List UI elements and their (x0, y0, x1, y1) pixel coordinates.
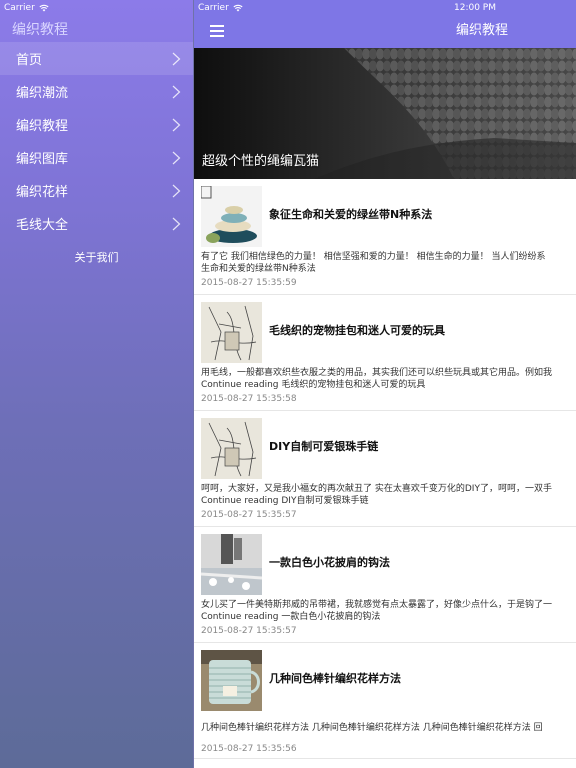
menu-item-label: 编织图库 (16, 152, 69, 167)
article-thumbnail (201, 302, 262, 363)
article-date: 2015-08-27 15:35:57 (201, 626, 297, 636)
article-title: 毛线织的宠物挂包和迷人可爱的玩具 (269, 324, 445, 337)
menu-item-trends[interactable]: 编织潮流 (0, 75, 193, 108)
list-item[interactable]: 毛线织的宠物挂包和迷人可爱的玩具 用毛线，一般都喜欢织些衣服之类的用品，其实我们… (194, 295, 576, 411)
chevron-right-icon (172, 118, 181, 131)
excerpt-line: 女儿买了一件美特斯邦威的吊带裙，我就感觉有点太暴露了，好像少点什么，于是钩了一 (201, 600, 553, 610)
list-item[interactable]: 几种间色棒针编织花样方法 几种间色棒针编织花样方法 几种间色棒针编织花样方法 几… (194, 643, 576, 759)
clock: 12:00 PM (454, 3, 496, 13)
menu-item-label: 编织潮流 (16, 86, 69, 101)
status-bar: Carrier 12:00 PM (194, 0, 576, 16)
drawer-menu: 首页 编织潮流 编织教程 编织图库 编织花样 毛线大全 (0, 42, 193, 240)
article-thumbnail (201, 534, 262, 595)
menu-item-patterns[interactable]: 编织花样 (0, 174, 193, 207)
status-bar-left: Carrier (0, 0, 193, 16)
list-item[interactable]: DIY自制可爱银珠手链 呵呵，大家好，又是我小福女的再次献丑了 实在太喜欢千变万… (194, 411, 576, 527)
article-excerpt: 有了它 我们相信绿色的力量！ 相信坚强和爱的力量！ 相信生命的力量！ 当人们纷纷… (201, 251, 576, 275)
article-excerpt: 用毛线，一般都喜欢织些衣服之类的用品，其实我们还可以织些玩具或其它用品。例如我 … (201, 367, 576, 391)
article-date: 2015-08-27 15:35:57 (201, 510, 297, 520)
excerpt-line: Continue reading 毛线织的宠物挂包和迷人可爱的玩具 (201, 380, 426, 390)
banner-caption: 超级个性的绳编瓦猫 (202, 154, 320, 169)
chevron-right-icon (172, 85, 181, 98)
chevron-right-icon (172, 217, 181, 230)
article-list: 象征生命和关爱的绿丝带N种系法 有了它 我们相信绿色的力量！ 相信坚强和爱的力量… (194, 179, 576, 759)
list-item[interactable]: 象征生命和关爱的绿丝带N种系法 有了它 我们相信绿色的力量！ 相信坚强和爱的力量… (194, 179, 576, 295)
article-title: DIY自制可爱银珠手链 (269, 440, 379, 453)
article-title: 几种间色棒针编织花样方法 (269, 672, 401, 685)
menu-item-home[interactable]: 首页 (0, 42, 193, 75)
page-title: 编织教程 (455, 23, 508, 38)
drawer-title: 编织教程 (12, 22, 68, 38)
excerpt-line: 呵呵，大家好，又是我小福女的再次献丑了 实在太喜欢千变万化的DIY了，呵呵，一双… (201, 484, 552, 494)
article-title: 一款白色小花披肩的钩法 (269, 556, 390, 569)
article-thumbnail (201, 186, 262, 247)
article-thumbnail (201, 418, 262, 479)
side-drawer: Carrier 编织教程 首页 编织潮流 编织教程 编织图库 编织花样 毛线大全… (0, 0, 193, 768)
article-excerpt: 女儿买了一件美特斯邦威的吊带裙，我就感觉有点太暴露了，好像少点什么，于是钩了一 … (201, 599, 576, 623)
article-excerpt: 呵呵，大家好，又是我小福女的再次献丑了 实在太喜欢千变万化的DIY了，呵呵，一双… (201, 483, 576, 507)
article-thumbnail (201, 650, 262, 711)
excerpt-line: Continue reading DIY自制可爱银珠手链 (201, 496, 369, 506)
menu-item-label: 编织教程 (16, 119, 69, 134)
list-item[interactable]: 一款白色小花披肩的钩法 女儿买了一件美特斯邦威的吊带裙，我就感觉有点太暴露了，好… (194, 527, 576, 643)
menu-item-label: 编织花样 (16, 185, 69, 200)
chevron-right-icon (172, 151, 181, 164)
article-excerpt: 几种间色棒针编织花样方法 几种间色棒针编织花样方法 几种间色棒针编织花样方法 回 (201, 722, 576, 734)
chevron-right-icon (172, 184, 181, 197)
article-date: 2015-08-27 15:35:59 (201, 278, 297, 288)
excerpt-line: 有了它 我们相信绿色的力量！ 相信坚强和爱的力量！ 相信生命的力量！ 当人们纷纷… (201, 252, 546, 262)
menu-item-tutorials[interactable]: 编织教程 (0, 108, 193, 141)
menu-item-label: 首页 (16, 53, 43, 68)
main-panel: Carrier 12:00 PM 编织教程 超级个性的绳编瓦猫 象征生命和关爱的… (194, 0, 576, 768)
excerpt-line: 几种间色棒针编织花样方法 几种间色棒针编织花样方法 几种间色棒针编织花样方法 回 (201, 723, 543, 733)
article-date: 2015-08-27 15:35:58 (201, 394, 297, 404)
menu-item-yarn[interactable]: 毛线大全 (0, 207, 193, 240)
article-date: 2015-08-27 15:35:56 (201, 744, 297, 754)
menu-item-gallery[interactable]: 编织图库 (0, 141, 193, 174)
wifi-icon (39, 4, 49, 12)
about-us-link[interactable]: 关于我们 (0, 249, 193, 267)
featured-banner[interactable]: 超级个性的绳编瓦猫 (194, 48, 576, 179)
chevron-right-icon (172, 52, 181, 65)
carrier-label: Carrier (4, 3, 35, 13)
excerpt-line: 生命和关爱的绿丝带N种系法 (201, 264, 316, 274)
article-title: 象征生命和关爱的绿丝带N种系法 (269, 208, 433, 221)
nav-bar: Carrier 12:00 PM 编织教程 (194, 0, 576, 48)
menu-item-label: 毛线大全 (16, 218, 69, 233)
excerpt-line: Continue reading 一款白色小花披肩的钩法 (201, 612, 381, 622)
excerpt-line: 用毛线，一般都喜欢织些衣服之类的用品，其实我们还可以织些玩具或其它用品。例如我 (201, 368, 553, 378)
